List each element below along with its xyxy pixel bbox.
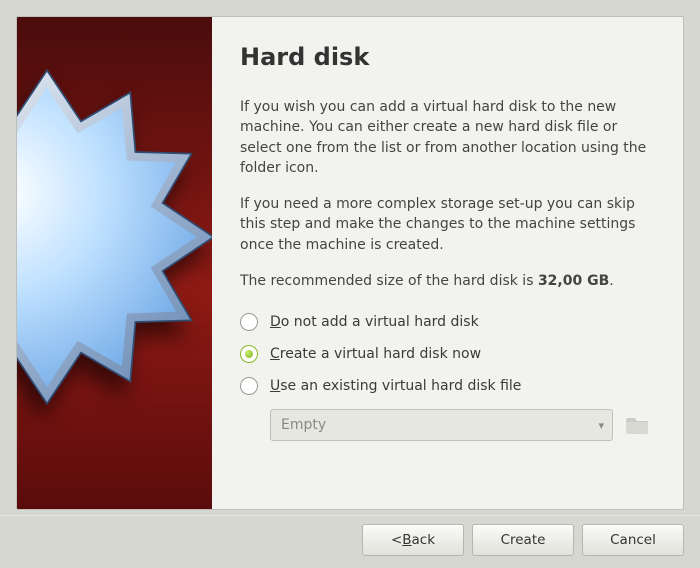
existing-disk-combo[interactable]: Empty ▾: [270, 409, 613, 441]
create-button[interactable]: Create: [472, 524, 574, 556]
option-create-disk[interactable]: Create a virtual hard disk now: [240, 345, 655, 363]
folder-icon: [626, 415, 650, 435]
radio-icon: [240, 345, 258, 363]
option-label: Create a virtual hard disk now: [270, 346, 481, 362]
option-label: Use an existing virtual hard disk file: [270, 378, 521, 394]
description-3: The recommended size of the hard disk is…: [240, 271, 655, 291]
combo-value: Empty: [281, 417, 326, 433]
cancel-button[interactable]: Cancel: [582, 524, 684, 556]
separator: [0, 515, 700, 516]
recommended-size: 32,00 GB: [538, 273, 609, 289]
option-label: Do not add a virtual hard disk: [270, 314, 479, 330]
illustration: [17, 17, 212, 509]
description-1: If you wish you can add a virtual hard d…: [240, 97, 655, 178]
back-button[interactable]: < Back: [362, 524, 464, 556]
option-existing-disk[interactable]: Use an existing virtual hard disk file: [240, 377, 655, 395]
button-bar: < Back Create Cancel: [362, 524, 684, 556]
gear-icon: [17, 67, 212, 407]
description-2: If you need a more complex storage set-u…: [240, 194, 655, 255]
radio-icon: [240, 377, 258, 395]
page-title: Hard disk: [240, 43, 655, 71]
wizard-panel: Hard disk If you wish you can add a virt…: [16, 16, 684, 510]
option-no-disk[interactable]: Do not add a virtual hard disk: [240, 313, 655, 331]
chevron-down-icon: ▾: [598, 419, 604, 432]
radio-icon: [240, 313, 258, 331]
wizard-content: Hard disk If you wish you can add a virt…: [212, 17, 683, 509]
existing-disk-row: Empty ▾: [270, 409, 655, 441]
browse-folder-button[interactable]: [621, 410, 655, 440]
